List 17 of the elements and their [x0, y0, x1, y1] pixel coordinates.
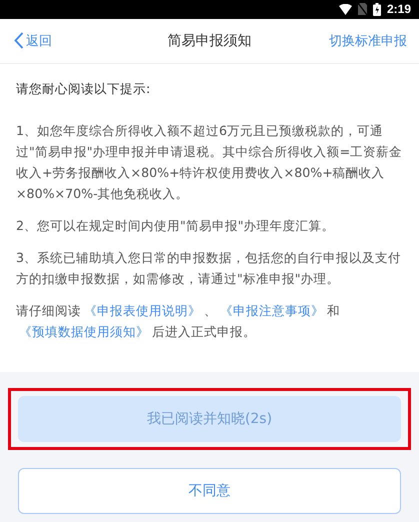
chevron-left-icon [14, 32, 24, 50]
document-link[interactable]: 《预填数据使用须知》 [19, 324, 149, 339]
switch-link[interactable]: 切换标准申报 [329, 32, 407, 50]
battery-icon [372, 2, 381, 16]
page-title: 简易申报须知 [168, 32, 252, 50]
no-sim-icon [358, 3, 367, 16]
tip-text: 1、如您年度综合所得收入额不超过6万元且已预缴税款的，可通过"简易申报"办理申报并申请退税。其中综合所得收入额=工资薪金收入+劳务报酬收入×80%+特许权使用费收入×80%+稿酬收入×80%×70%-其他免税收入。 [16, 122, 403, 203]
notice-text: 请仔细阅读 《申报表使用说明》 、 《申报注意事项》 和 《预填数据使用须知》 后进入正式申报。 [16, 302, 341, 341]
wifi-icon [338, 4, 352, 15]
tip-text: 2、您可以在规定时间内使用"简易申报"办理年度汇算。 [16, 217, 336, 235]
document-link[interactable]: 《申报表使用说明》 [84, 303, 201, 318]
back-link[interactable]: 返回 [14, 32, 52, 50]
tip-text: 3、系统已辅助填入您日常的申报数据，包括您的自行申报以及支付方的扣缴申报数据，如需修改，请通过"标准申报"办理。 [16, 249, 402, 288]
intro-text: 请您耐心阅读以下提示: [16, 80, 152, 98]
disagree-button[interactable]: 不同意 [18, 468, 401, 514]
status-time: 2:19 [386, 2, 411, 16]
document-link[interactable]: 《申报注意事项》 [220, 303, 324, 318]
